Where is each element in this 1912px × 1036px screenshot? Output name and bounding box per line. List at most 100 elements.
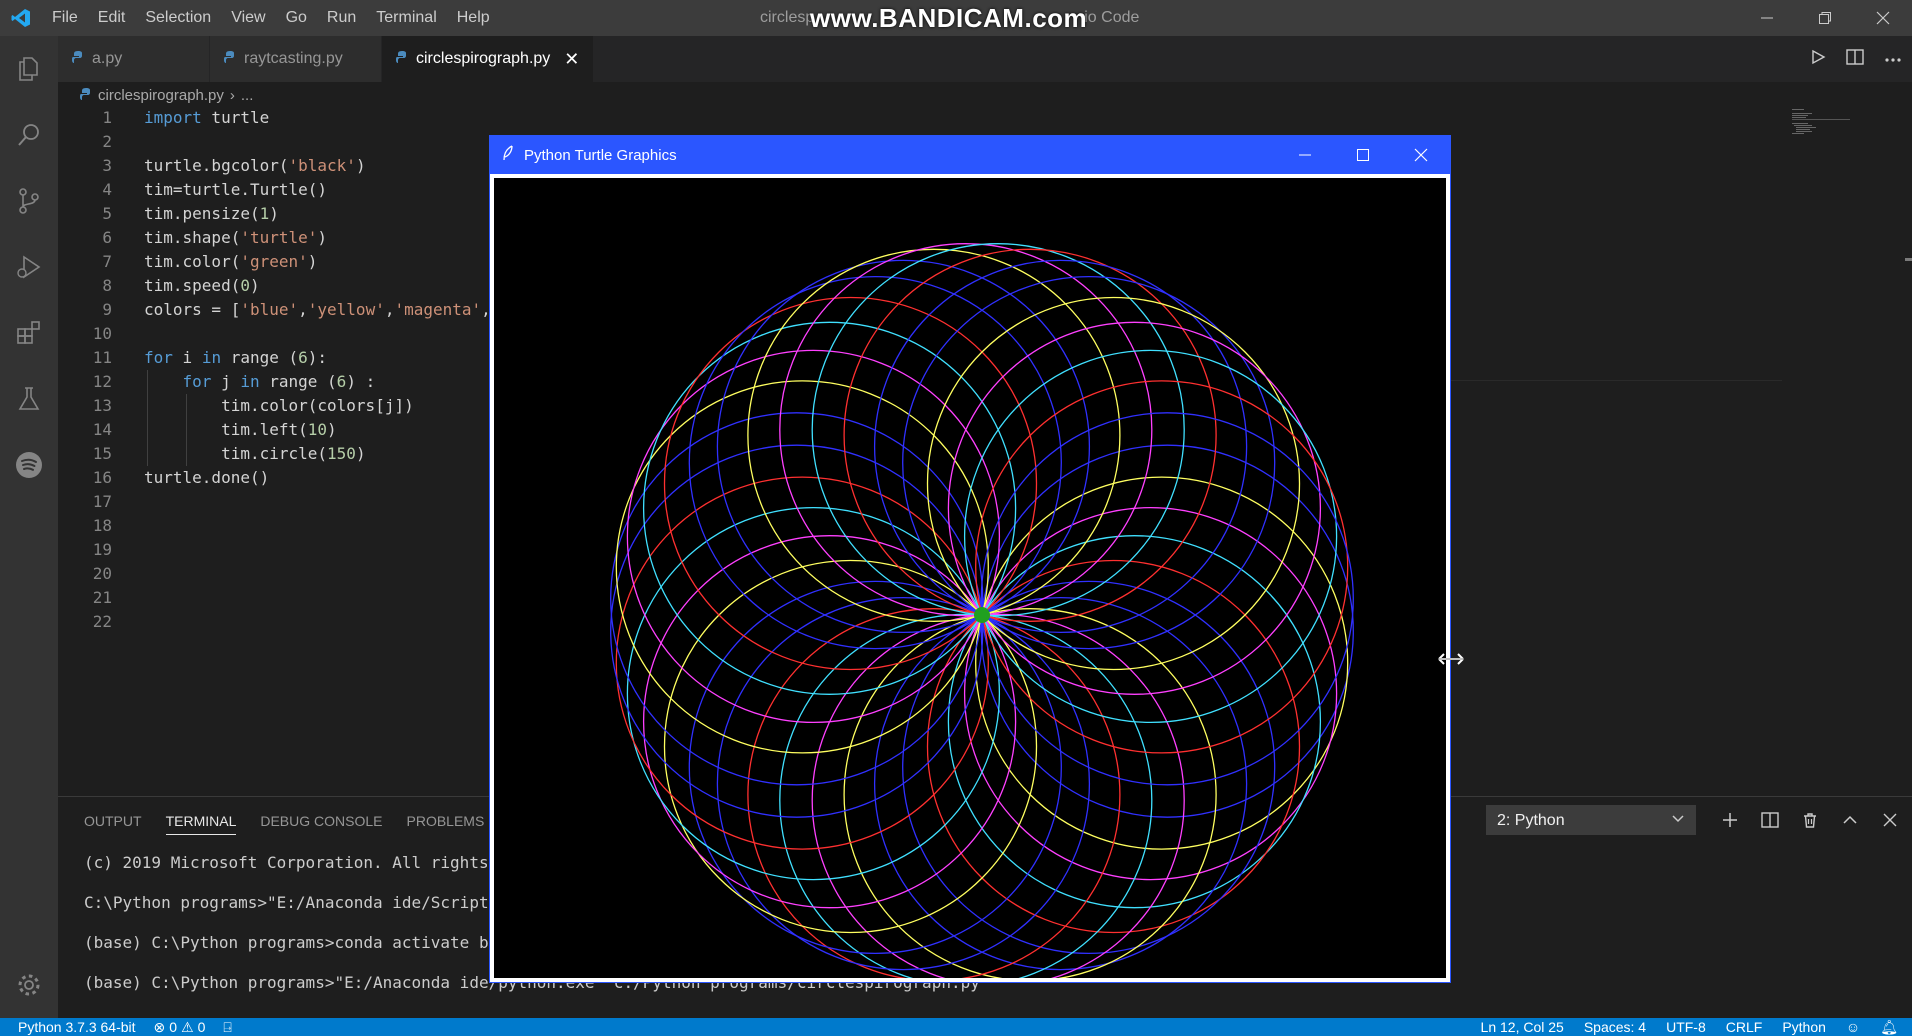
vscode-logo-icon [0,0,42,36]
breadcrumb-rest[interactable]: ... [241,87,254,104]
cursor-position[interactable]: Ln 12, Col 25 [1481,1019,1564,1035]
line-number: 14 [92,420,112,439]
chevron-up-icon[interactable] [1838,808,1862,832]
source-control-icon[interactable] [0,168,58,234]
tab-debug-console[interactable]: DEBUG CONSOLE [260,809,382,835]
menu-file[interactable]: File [42,0,88,36]
line-number: 21 [92,588,112,607]
code-line: tim.color(colors[j]) [144,396,414,415]
chevron-right-icon: › [229,86,235,104]
code-line: tim.color('green') [144,252,318,271]
close-panel-icon[interactable] [1878,808,1902,832]
problems-indicator[interactable]: ⊗ 0 ⚠ 0 [154,1019,206,1036]
line-number: 1 [102,108,112,127]
code-line: import turtle [144,108,270,127]
terminal-line: (c) 2019 Microsoft Corporation. All righ… [84,853,518,872]
turtle-window-controls [1276,136,1450,174]
python-interpreter[interactable]: Python 3.7.3 64-bit [18,1019,136,1035]
code-line: tim.shape('turtle') [144,228,328,247]
tab-a-py[interactable]: a.py [58,36,210,82]
menu-terminal[interactable]: Terminal [366,0,446,36]
new-terminal-icon[interactable] [1718,808,1742,832]
lint-icon[interactable]: ⍈ [223,1019,231,1036]
turtle-graphics-window: Python Turtle Graphics [489,135,1451,983]
tab-label: raytcasting.py [244,50,343,67]
terminal-selector[interactable]: 2: Python [1486,805,1696,835]
menu-view[interactable]: View [221,0,275,36]
window-title-left: circlesp [760,9,815,26]
minimize-icon[interactable] [1276,136,1334,174]
split-terminal-icon[interactable] [1758,808,1782,832]
spotify-icon[interactable] [0,432,58,498]
menu-run[interactable]: Run [317,0,366,36]
code-line: tim.left(10) [144,420,337,439]
maximize-icon[interactable] [1334,136,1392,174]
line-number: 10 [92,324,112,343]
language-mode[interactable]: Python [1782,1019,1826,1035]
search-icon[interactable] [0,102,58,168]
line-number: 7 [102,252,112,271]
menu-edit[interactable]: Edit [88,0,136,36]
indent-guide [147,370,148,466]
minimize-icon[interactable] [1738,0,1796,36]
line-ending[interactable]: CRLF [1726,1019,1763,1035]
tab-circlespirograph-py[interactable]: circlespirograph.py ✕ [382,36,595,82]
explorer-icon[interactable] [0,36,58,102]
editor-tab-bar: a.py raytcasting.py circlespirograph.py … [58,36,1912,82]
warning-icon: ⚠ [181,1018,194,1035]
code-line: colors = ['blue','yellow','magenta', [144,300,491,319]
run-file-icon[interactable] [1810,49,1826,70]
extensions-icon[interactable] [0,300,58,366]
panel-tabs: OUTPUT TERMINAL DEBUG CONSOLE PROBLEMS [84,809,484,835]
feedback-icon[interactable]: ☺ [1846,1019,1860,1035]
run-debug-icon[interactable] [0,234,58,300]
title-bar: File Edit Selection View Go Run Terminal… [0,0,1912,36]
menu-bar: File Edit Selection View Go Run Terminal… [42,0,500,36]
code-line: for j in range (6) : [182,372,376,391]
more-actions-icon[interactable] [1884,50,1902,68]
tab-raytcasting-py[interactable]: raytcasting.py [210,36,382,82]
split-editor-icon[interactable] [1846,48,1864,70]
minimap[interactable] [1790,108,1850,140]
scrollbar-marker[interactable] [1905,258,1912,261]
tab-close-icon[interactable]: ✕ [564,49,579,70]
python-file-icon [72,50,84,68]
tab-output[interactable]: OUTPUT [84,809,142,835]
tab-problems[interactable]: PROBLEMS [407,809,485,835]
line-number: 13 [92,396,112,415]
line-number: 3 [102,156,112,175]
menu-help[interactable]: Help [447,0,500,36]
code-line: turtle.bgcolor('black') [144,156,366,175]
line-number: 15 [92,444,112,463]
breadcrumb-file[interactable]: circlespirograph.py [98,87,224,104]
close-icon[interactable] [1392,136,1450,174]
turtle-title-bar[interactable]: Python Turtle Graphics [490,136,1450,174]
bandicam-watermark: www.BANDICAM.com [810,3,1088,33]
turtle-cursor [974,607,990,623]
close-icon[interactable] [1854,0,1912,36]
terminal-selector-value: 2: Python [1497,812,1565,829]
line-number: 22 [92,612,112,631]
resize-cursor-icon [1438,652,1464,671]
turtle-canvas[interactable] [494,178,1446,978]
indentation[interactable]: Spaces: 4 [1584,1019,1646,1035]
encoding[interactable]: UTF-8 [1666,1019,1706,1035]
python-file-icon [80,87,92,104]
menu-selection[interactable]: Selection [135,0,221,36]
activity-bar [0,36,58,1018]
terminal-line: C:\Python programs>"E:/Anaconda ide/Scri… [84,893,518,912]
line-number: 17 [92,492,112,511]
line-number: 6 [102,228,112,247]
status-bar: Python 3.7.3 64-bit ⊗ 0 ⚠ 0 ⍈ Ln 12, Col 2… [0,1018,1912,1036]
bell-icon[interactable]: 🔔︎ [1880,1019,1898,1036]
terminal-line: (base) C:\Python programs>conda activate… [84,933,518,952]
testing-icon[interactable] [0,366,58,432]
line-number: 11 [92,348,112,367]
trash-icon[interactable] [1798,808,1822,832]
restore-icon[interactable] [1796,0,1854,36]
menu-go[interactable]: Go [276,0,317,36]
tab-terminal[interactable]: TERMINAL [165,809,237,835]
settings-gear-icon[interactable] [0,952,58,1018]
line-number: 4 [102,180,112,199]
line-number: 12 [92,372,112,391]
